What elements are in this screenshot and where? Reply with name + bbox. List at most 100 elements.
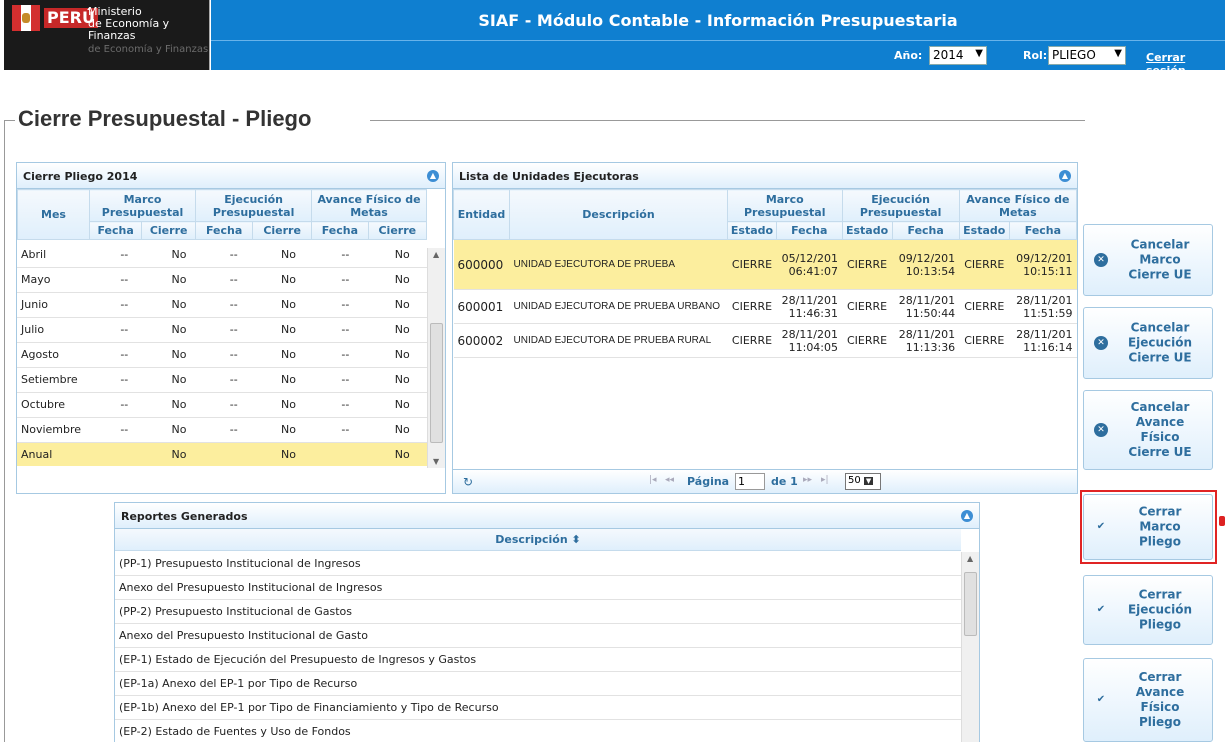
- cell-estado: CIERRE: [959, 239, 1010, 290]
- last-page-icon[interactable]: ▸|: [821, 475, 829, 485]
- cell-fecha: --: [94, 392, 155, 418]
- cancel-avance-cierre-ue-button[interactable]: ✕ Cancelar Avance Físico Cierre UE: [1083, 390, 1213, 470]
- logout-link[interactable]: Cerrar sesión: [1146, 51, 1225, 77]
- cell-fecha: --: [94, 317, 155, 343]
- cell-entidad: 600002: [453, 323, 510, 358]
- close-ejecucion-pliego-button[interactable]: ✔ Cerrar Ejecución Pliego: [1083, 575, 1213, 645]
- cell-descripcion: UNIDAD EJECUTORA DE PRUEBA: [509, 239, 728, 290]
- list-item[interactable]: (EP-1a) Anexo del EP-1 por Tipo de Recur…: [115, 672, 961, 696]
- close-avance-pliego-button[interactable]: ✔ Cerrar Avance Físico Pliego: [1083, 658, 1213, 742]
- cell-estado: CIERRE: [842, 289, 893, 324]
- collapse-icon[interactable]: ▲: [1059, 170, 1071, 182]
- cell-cierre: No: [263, 292, 314, 318]
- col-entidad[interactable]: Entidad: [453, 189, 510, 240]
- cell-cierre: No: [377, 342, 427, 368]
- list-item[interactable]: Anexo del Presupuesto Institucional de I…: [115, 576, 961, 600]
- scroll-down-icon[interactable]: ▼: [433, 457, 439, 466]
- refresh-icon[interactable]: ↻: [463, 475, 473, 489]
- table-row[interactable]: Noviembre -- No -- No -- No: [17, 417, 427, 443]
- cancel-ejecucion-cierre-ue-button[interactable]: ✕ Cancelar Ejecución Cierre UE: [1083, 307, 1213, 379]
- collapse-icon[interactable]: ▲: [427, 170, 439, 182]
- scroll-thumb[interactable]: [430, 323, 443, 443]
- cell-mes: Anual: [17, 442, 95, 466]
- table-row[interactable]: 600000 UNIDAD EJECUTORA DE PRUEBA CIERRE 05…: [453, 239, 1077, 290]
- table-row[interactable]: Julio -- No -- No -- No: [17, 317, 427, 343]
- cell-cierre: No: [377, 442, 427, 466]
- table-row[interactable]: Abril -- No -- No -- No: [17, 248, 427, 268]
- cell-fecha: --: [203, 248, 264, 268]
- first-page-icon[interactable]: |◂: [649, 475, 657, 485]
- page-label: Página: [687, 475, 730, 488]
- col-cierre[interactable]: Cierre: [141, 221, 197, 240]
- cell-cierre: No: [154, 317, 204, 343]
- col-mes[interactable]: Mes: [17, 189, 90, 240]
- list-item[interactable]: (PP-2) Presupuesto Institucional de Gast…: [115, 600, 961, 624]
- cell-fecha: --: [94, 367, 155, 393]
- cell-mes: Abril: [17, 248, 95, 268]
- cell-fecha: --: [313, 392, 378, 418]
- list-item[interactable]: (EP-2) Estado de Fuentes y Uso de Fondos: [115, 720, 961, 742]
- list-item[interactable]: (EP-1) Estado de Ejecución del Presupues…: [115, 648, 961, 672]
- scroll-up-icon[interactable]: ▲: [967, 554, 973, 563]
- cell-mes: Mayo: [17, 267, 95, 293]
- col-estado[interactable]: Estado: [727, 221, 777, 240]
- table-row[interactable]: Anual No No No: [17, 442, 427, 466]
- cell-fecha: --: [313, 267, 378, 293]
- table-row[interactable]: 600001 UNIDAD EJECUTORA DE PRUEBA URBANO C…: [453, 289, 1077, 324]
- cell-fecha: --: [94, 248, 155, 268]
- table-row[interactable]: Agosto -- No -- No -- No: [17, 342, 427, 368]
- scroll-thumb[interactable]: [964, 572, 977, 636]
- cell-fecha: [313, 442, 378, 466]
- table-row[interactable]: 600002 UNIDAD EJECUTORA DE PRUEBA RURAL CI…: [453, 323, 1077, 358]
- cell-fecha: 09/12/201 10:15:11: [1009, 239, 1077, 290]
- table-row[interactable]: Setiembre -- No -- No -- No: [17, 367, 427, 393]
- col-fecha[interactable]: Fecha: [88, 221, 143, 240]
- cell-mes: Noviembre: [17, 417, 95, 443]
- list-item[interactable]: Anexo del Presupuesto Institucional de G…: [115, 624, 961, 648]
- cell-cierre: No: [263, 442, 314, 466]
- col-fecha[interactable]: Fecha: [311, 221, 369, 240]
- title-bar: SIAF - Módulo Contable - Información Pre…: [211, 0, 1225, 40]
- scrollbar[interactable]: ▲ ▼: [427, 248, 445, 468]
- col-cierre[interactable]: Cierre: [252, 221, 313, 240]
- cell-mes: Agosto: [17, 342, 95, 368]
- table-row[interactable]: Mayo -- No -- No -- No: [17, 267, 427, 293]
- next-page-icon[interactable]: ▸▸: [803, 475, 812, 485]
- page-input[interactable]: 1: [735, 473, 765, 490]
- col-fecha[interactable]: Fecha: [891, 221, 960, 240]
- col-fecha[interactable]: Fecha: [195, 221, 254, 240]
- col-descripcion[interactable]: Descripción ⬍: [115, 529, 961, 551]
- ue-table: Entidad Descripción Marco Presupuestal E…: [453, 189, 1078, 358]
- col-estado[interactable]: Estado: [958, 221, 1010, 240]
- cell-descripcion: UNIDAD EJECUTORA DE PRUEBA RURAL: [509, 323, 728, 358]
- col-fecha[interactable]: Fecha: [775, 221, 843, 240]
- scroll-up-icon[interactable]: ▲: [433, 250, 439, 259]
- year-select[interactable]: 2014 ▼: [929, 46, 987, 65]
- col-fecha[interactable]: Fecha: [1008, 221, 1078, 240]
- col-cierre[interactable]: Cierre: [367, 221, 428, 240]
- cell-descripcion: UNIDAD EJECUTORA DE PRUEBA URBANO: [509, 289, 728, 324]
- cell-fecha: --: [203, 367, 264, 393]
- table-row[interactable]: Octubre -- No -- No -- No: [17, 392, 427, 418]
- cell-fecha: --: [313, 248, 378, 268]
- cell-estado: CIERRE: [727, 239, 777, 290]
- collapse-icon[interactable]: ▲: [961, 510, 973, 522]
- cell-cierre: No: [154, 248, 204, 268]
- cell-cierre: No: [263, 342, 314, 368]
- scrollbar[interactable]: ▲: [961, 552, 979, 742]
- cancel-marco-cierre-ue-button[interactable]: ✕ Cancelar Marco Cierre UE: [1083, 224, 1213, 296]
- title-rule-left: [4, 120, 15, 121]
- col-descripcion[interactable]: Descripción: [509, 189, 728, 240]
- cell-estado: CIERRE: [842, 239, 893, 290]
- cell-fecha: 28/11/201 11:13:36: [892, 323, 960, 358]
- table-row[interactable]: Junio -- No -- No -- No: [17, 292, 427, 318]
- panel-header: Lista de Unidades Ejecutoras ▲: [453, 163, 1077, 189]
- list-item[interactable]: (PP-1) Presupuesto Institucional de Ingr…: [115, 552, 961, 576]
- role-select[interactable]: PLIEGO ▼: [1048, 46, 1126, 65]
- col-estado[interactable]: Estado: [841, 221, 893, 240]
- list-item[interactable]: (EP-1b) Anexo del EP-1 por Tipo de Finan…: [115, 696, 961, 720]
- prev-page-icon[interactable]: ◂◂: [665, 475, 674, 485]
- cell-cierre: No: [154, 267, 204, 293]
- cell-fecha: --: [203, 267, 264, 293]
- page-size-select[interactable]: 50 ▼: [845, 473, 881, 490]
